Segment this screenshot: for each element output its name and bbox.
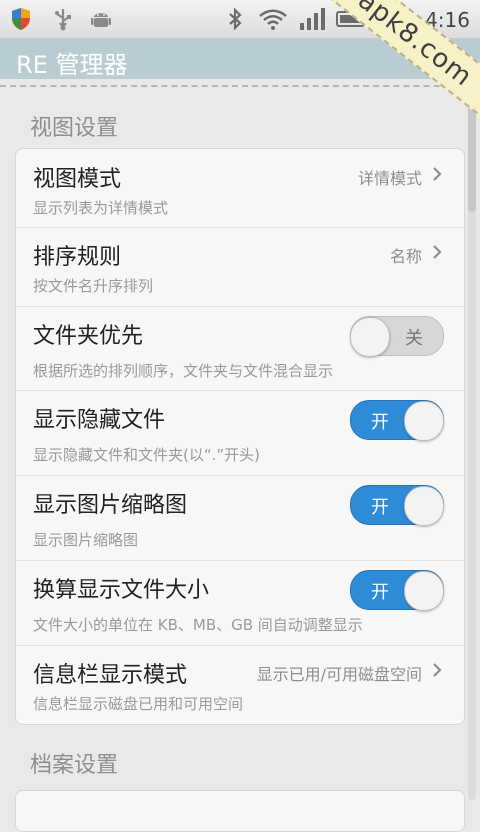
setting-value: 显示已用/可用磁盘空间 [256,665,422,684]
scrollbar[interactable] [468,92,476,800]
toggle-label: 开 [371,497,389,518]
section-header-view-settings: 视图设置 [30,116,119,141]
setting-title: 信息栏显示模式 [33,663,188,688]
toggle-knob [350,317,390,357]
title-divider [0,85,480,87]
setting-title: 文件夹优先 [33,324,144,349]
setting-row-file-size-units: 换算显示文件大小 文件大小的单位在 KB、MB、GB 间自动调整显示 开 [16,560,464,646]
chevron-right-icon [433,167,442,181]
signal-icon [300,8,325,30]
setting-row-view-mode[interactable]: 视图模式 显示列表为详情模式 详情模式 [16,149,464,228]
setting-row-infobar-mode[interactable]: 信息栏显示模式 信息栏显示磁盘已用和可用空间 显示已用/可用磁盘空间 [16,645,464,724]
setting-row-show-thumbnails: 显示图片缩略图 显示图片缩略图 开 [16,475,464,561]
show-hidden-toggle[interactable]: 开 [350,400,444,441]
toggle-label: 关 [405,328,423,349]
setting-subtitle: 文件大小的单位在 KB、MB、GB 间自动调整显示 [33,616,363,634]
section-header-archive-settings: 档案设置 [30,753,119,778]
app-title: RE 管理器 [16,51,128,79]
setting-value: 详情模式 [357,169,422,188]
setting-title: 视图模式 [33,167,122,192]
file-size-units-toggle[interactable]: 开 [350,570,444,611]
toggle-label: 开 [371,582,389,603]
setting-subtitle: 显示图片缩略图 [33,531,139,549]
toggle-knob [404,571,444,611]
show-thumbnails-toggle[interactable]: 开 [350,485,444,526]
toggle-knob [404,486,444,526]
setting-subtitle: 按文件名升序排列 [33,277,154,295]
toggle-knob [404,401,444,441]
usb-icon [55,9,71,31]
bluetooth-icon [229,7,242,31]
android-icon [91,13,111,27]
shield-icon [12,8,30,30]
archive-settings-card [15,790,465,832]
wifi-icon [259,9,287,30]
setting-subtitle: 显示隐藏文件和文件夹(以“.”开头) [33,446,261,464]
setting-subtitle: 根据所选的排列顺序，文件夹与文件混合显示 [33,362,334,380]
setting-row-folders-first: 文件夹优先 根据所选的排列顺序，文件夹与文件混合显示 关 [16,306,464,391]
toggle-label: 开 [371,412,389,433]
chevron-right-icon [433,245,442,259]
setting-title: 显示图片缩略图 [33,493,188,518]
setting-row-sort-rule[interactable]: 排序规则 按文件名升序排列 名称 [16,227,464,307]
setting-value: 名称 [389,247,422,266]
setting-title: 显示隐藏文件 [33,408,166,433]
setting-title: 换算显示文件大小 [33,578,210,603]
setting-subtitle: 显示列表为详情模式 [33,199,169,217]
setting-title: 排序规则 [33,245,122,270]
view-settings-card: 视图模式 显示列表为详情模式 详情模式 排序规则 按文件名升序排列 名称 文件夹… [15,148,465,725]
setting-subtitle: 信息栏显示磁盘已用和可用空间 [33,695,244,713]
chevron-right-icon [433,663,442,677]
folders-first-toggle[interactable]: 关 [350,316,444,357]
setting-row-show-hidden: 显示隐藏文件 显示隐藏文件和文件夹(以“.”开头) 开 [16,390,464,476]
